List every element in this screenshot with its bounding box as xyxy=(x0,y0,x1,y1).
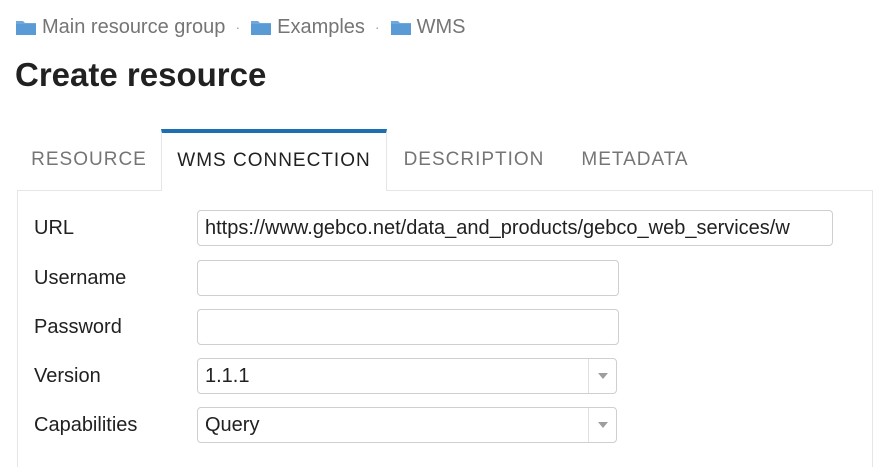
tab-wms-connection[interactable]: WMS connection xyxy=(161,129,387,191)
capabilities-label: Capabilities xyxy=(34,413,138,436)
tab-resource[interactable]: Resource xyxy=(17,129,161,191)
form-row-url: URL https://www.gebco.net/data_and_produ… xyxy=(18,210,874,246)
tab-metadata[interactable]: Metadata xyxy=(561,129,709,191)
breadcrumb: Main resource group · Examples · WMS xyxy=(15,14,465,40)
breadcrumb-separator: · xyxy=(235,19,241,35)
form-row-capabilities: Capabilities Query xyxy=(18,407,874,443)
chevron-down-icon xyxy=(597,422,608,428)
page-title: Create resource xyxy=(15,56,267,93)
breadcrumb-separator: · xyxy=(374,19,380,35)
folder-icon xyxy=(390,21,411,35)
page: Main resource group · Examples · WMS Cre… xyxy=(0,0,880,467)
version-select[interactable]: 1.1.1 xyxy=(197,358,617,394)
form-row-username: Username xyxy=(18,260,874,296)
tab-bar: Resource WMS connection Description Meta… xyxy=(17,129,709,191)
username-label: Username xyxy=(34,266,127,289)
folder-icon xyxy=(251,21,272,35)
version-dropdown-toggle[interactable] xyxy=(588,359,616,393)
password-label: Password xyxy=(34,315,122,338)
folder-icon xyxy=(16,21,36,35)
form-row-password: Password xyxy=(18,309,874,345)
breadcrumb-label: Examples xyxy=(277,15,365,38)
breadcrumb-label: Main resource group xyxy=(42,15,226,38)
wms-connection-panel: URL https://www.gebco.net/data_and_produ… xyxy=(17,190,873,467)
version-value: 1.1.1 xyxy=(205,364,250,387)
capabilities-select[interactable]: Query xyxy=(197,407,617,443)
breadcrumb-item-examples[interactable]: Examples xyxy=(250,16,365,39)
chevron-down-icon xyxy=(597,373,608,379)
breadcrumb-label: WMS xyxy=(416,15,466,38)
capabilities-value: Query xyxy=(205,413,260,436)
breadcrumb-item-main-resource-group[interactable]: Main resource group xyxy=(15,16,225,39)
breadcrumb-item-wms[interactable]: WMS xyxy=(390,15,466,39)
url-input[interactable]: https://www.gebco.net/data_and_products/… xyxy=(197,210,833,246)
url-label: URL xyxy=(34,216,75,239)
username-input[interactable] xyxy=(197,260,619,296)
tab-description[interactable]: Description xyxy=(387,129,561,191)
password-input[interactable] xyxy=(197,309,619,345)
version-label: Version xyxy=(34,364,101,387)
capabilities-dropdown-toggle[interactable] xyxy=(588,408,616,442)
form-row-version: Version 1.1.1 xyxy=(18,358,874,394)
